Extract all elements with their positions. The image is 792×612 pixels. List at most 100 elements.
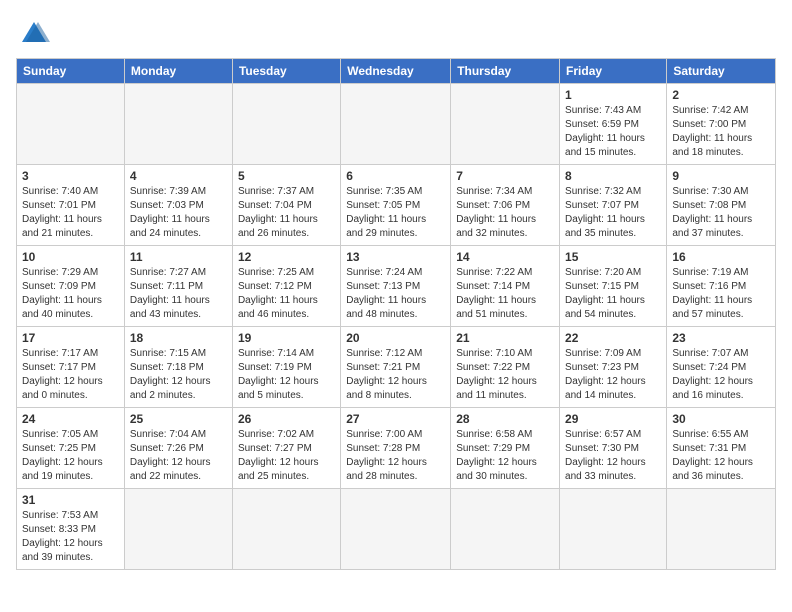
day-number: 1 [565, 88, 661, 102]
day-info: Sunrise: 7:22 AM Sunset: 7:14 PM Dayligh… [456, 266, 554, 322]
day-info: Sunrise: 7:12 AM Sunset: 7:21 PM Dayligh… [346, 347, 445, 403]
day-number: 3 [22, 169, 119, 183]
calendar-cell: 14 Sunrise: 7:22 AM Sunset: 7:14 PM Dayli… [451, 246, 560, 327]
day-number: 12 [238, 250, 335, 264]
day-number: 26 [238, 412, 335, 426]
calendar-cell: 8Sunrise: 7:32 AM Sunset: 7:07 PM Daylig… [560, 165, 667, 246]
day-number: 17 [22, 331, 119, 345]
day-number: 20 [346, 331, 445, 345]
day-info: Sunrise: 7:37 AM Sunset: 7:04 PM Dayligh… [238, 185, 335, 241]
day-info: Sunrise: 7:15 AM Sunset: 7:18 PM Dayligh… [130, 347, 227, 403]
calendar-cell: 22 Sunrise: 7:09 AM Sunset: 7:23 PM Dayli… [560, 327, 667, 408]
weekday-header-saturday: Saturday [667, 59, 776, 84]
calendar-cell: 5 Sunrise: 7:37 AM Sunset: 7:04 PM Daylig… [232, 165, 340, 246]
day-info: Sunrise: 6:55 AM Sunset: 7:31 PM Dayligh… [672, 428, 770, 484]
day-number: 28 [456, 412, 554, 426]
day-info: Sunrise: 6:58 AM Sunset: 7:29 PM Dayligh… [456, 428, 554, 484]
day-info: Sunrise: 7:29 AM Sunset: 7:09 PM Dayligh… [22, 266, 119, 322]
calendar-cell: 10 Sunrise: 7:29 AM Sunset: 7:09 PM Dayli… [17, 246, 125, 327]
day-number: 24 [22, 412, 119, 426]
day-number: 13 [346, 250, 445, 264]
day-number: 15 [565, 250, 661, 264]
calendar-table: SundayMondayTuesdayWednesdayThursdayFrid… [16, 58, 776, 570]
day-info: Sunrise: 7:42 AM Sunset: 7:00 PM Dayligh… [672, 104, 770, 160]
day-number: 31 [22, 493, 119, 507]
day-number: 10 [22, 250, 119, 264]
calendar-cell [560, 489, 667, 570]
calendar-cell: 28 Sunrise: 6:58 AM Sunset: 7:29 PM Dayli… [451, 408, 560, 489]
day-info: Sunrise: 7:32 AM Sunset: 7:07 PM Dayligh… [565, 185, 661, 241]
calendar-cell: 6Sunrise: 7:35 AM Sunset: 7:05 PM Daylig… [341, 165, 451, 246]
calendar-cell [124, 84, 232, 165]
day-info: Sunrise: 7:39 AM Sunset: 7:03 PM Dayligh… [130, 185, 227, 241]
day-number: 22 [565, 331, 661, 345]
day-info: Sunrise: 7:27 AM Sunset: 7:11 PM Dayligh… [130, 266, 227, 322]
calendar-cell: 27Sunrise: 7:00 AM Sunset: 7:28 PM Dayli… [341, 408, 451, 489]
calendar-cell: 7Sunrise: 7:34 AM Sunset: 7:06 PM Daylig… [451, 165, 560, 246]
day-number: 16 [672, 250, 770, 264]
calendar-cell: 4 Sunrise: 7:39 AM Sunset: 7:03 PM Daylig… [124, 165, 232, 246]
calendar-cell: 18Sunrise: 7:15 AM Sunset: 7:18 PM Dayli… [124, 327, 232, 408]
day-info: Sunrise: 7:20 AM Sunset: 7:15 PM Dayligh… [565, 266, 661, 322]
calendar-cell: 11 Sunrise: 7:27 AM Sunset: 7:11 PM Dayli… [124, 246, 232, 327]
day-number: 14 [456, 250, 554, 264]
weekday-header-sunday: Sunday [17, 59, 125, 84]
calendar-cell: 15 Sunrise: 7:20 AM Sunset: 7:15 PM Dayli… [560, 246, 667, 327]
day-info: Sunrise: 7:17 AM Sunset: 7:17 PM Dayligh… [22, 347, 119, 403]
calendar-cell: 9 Sunrise: 7:30 AM Sunset: 7:08 PM Daylig… [667, 165, 776, 246]
day-number: 2 [672, 88, 770, 102]
day-info: Sunrise: 7:40 AM Sunset: 7:01 PM Dayligh… [22, 185, 119, 241]
calendar-week-1: 1Sunrise: 7:43 AM Sunset: 6:59 PM Daylig… [17, 84, 776, 165]
calendar-week-3: 10 Sunrise: 7:29 AM Sunset: 7:09 PM Dayli… [17, 246, 776, 327]
logo [16, 16, 58, 52]
calendar-cell [667, 489, 776, 570]
calendar-cell: 13 Sunrise: 7:24 AM Sunset: 7:13 PM Dayli… [341, 246, 451, 327]
day-number: 11 [130, 250, 227, 264]
calendar-cell [232, 489, 340, 570]
calendar-week-2: 3 Sunrise: 7:40 AM Sunset: 7:01 PM Daylig… [17, 165, 776, 246]
weekday-header-thursday: Thursday [451, 59, 560, 84]
calendar-cell: 19Sunrise: 7:14 AM Sunset: 7:19 PM Dayli… [232, 327, 340, 408]
calendar-cell: 29Sunrise: 6:57 AM Sunset: 7:30 PM Dayli… [560, 408, 667, 489]
day-info: Sunrise: 7:07 AM Sunset: 7:24 PM Dayligh… [672, 347, 770, 403]
calendar-cell [451, 489, 560, 570]
calendar-cell: 3 Sunrise: 7:40 AM Sunset: 7:01 PM Daylig… [17, 165, 125, 246]
calendar-cell: 23Sunrise: 7:07 AM Sunset: 7:24 PM Dayli… [667, 327, 776, 408]
calendar-cell: 16 Sunrise: 7:19 AM Sunset: 7:16 PM Dayli… [667, 246, 776, 327]
day-number: 19 [238, 331, 335, 345]
day-number: 6 [346, 169, 445, 183]
calendar-cell: 31 Sunrise: 7:53 AM Sunset: 8:33 PM Dayli… [17, 489, 125, 570]
day-info: Sunrise: 7:34 AM Sunset: 7:06 PM Dayligh… [456, 185, 554, 241]
calendar-cell [341, 84, 451, 165]
day-info: Sunrise: 7:10 AM Sunset: 7:22 PM Dayligh… [456, 347, 554, 403]
day-number: 5 [238, 169, 335, 183]
calendar-cell: 12Sunrise: 7:25 AM Sunset: 7:12 PM Dayli… [232, 246, 340, 327]
day-info: Sunrise: 7:09 AM Sunset: 7:23 PM Dayligh… [565, 347, 661, 403]
day-info: Sunrise: 7:53 AM Sunset: 8:33 PM Dayligh… [22, 509, 119, 565]
day-number: 29 [565, 412, 661, 426]
calendar-cell: 2 Sunrise: 7:42 AM Sunset: 7:00 PM Daylig… [667, 84, 776, 165]
calendar-cell [451, 84, 560, 165]
calendar-cell [232, 84, 340, 165]
calendar-cell: 24 Sunrise: 7:05 AM Sunset: 7:25 PM Dayli… [17, 408, 125, 489]
calendar-week-6: 31 Sunrise: 7:53 AM Sunset: 8:33 PM Dayli… [17, 489, 776, 570]
day-info: Sunrise: 7:05 AM Sunset: 7:25 PM Dayligh… [22, 428, 119, 484]
day-info: Sunrise: 7:00 AM Sunset: 7:28 PM Dayligh… [346, 428, 445, 484]
day-info: Sunrise: 7:30 AM Sunset: 7:08 PM Dayligh… [672, 185, 770, 241]
calendar-cell [17, 84, 125, 165]
calendar-cell: 25 Sunrise: 7:04 AM Sunset: 7:26 PM Dayli… [124, 408, 232, 489]
day-number: 4 [130, 169, 227, 183]
logo-icon [16, 16, 52, 52]
calendar-cell: 30 Sunrise: 6:55 AM Sunset: 7:31 PM Dayli… [667, 408, 776, 489]
day-info: Sunrise: 7:19 AM Sunset: 7:16 PM Dayligh… [672, 266, 770, 322]
day-info: Sunrise: 7:04 AM Sunset: 7:26 PM Dayligh… [130, 428, 227, 484]
calendar-cell [341, 489, 451, 570]
weekday-header-friday: Friday [560, 59, 667, 84]
weekday-header-monday: Monday [124, 59, 232, 84]
page-header [16, 16, 776, 52]
day-number: 21 [456, 331, 554, 345]
day-number: 9 [672, 169, 770, 183]
day-number: 25 [130, 412, 227, 426]
day-info: Sunrise: 7:24 AM Sunset: 7:13 PM Dayligh… [346, 266, 445, 322]
day-number: 30 [672, 412, 770, 426]
